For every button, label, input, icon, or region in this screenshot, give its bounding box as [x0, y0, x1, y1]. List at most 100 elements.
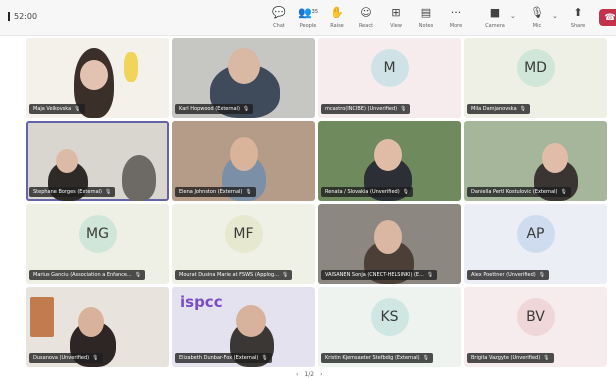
chat-label: Chat: [273, 23, 285, 29]
share-button[interactable]: ⬆ Share: [565, 5, 591, 33]
page-navigation: ‹ 1/2 ›: [296, 371, 322, 378]
notes-button[interactable]: ▤ Notes: [413, 5, 439, 33]
participant-name: Kristin Kjemsaeter Stefbdig (External): [325, 355, 420, 361]
participant-face: [56, 149, 78, 173]
participant-tile[interactable]: ispcc Elizabeth Dunbar-Fox (External) 🎙: [172, 287, 315, 367]
mic-button[interactable]: 🎙 Mic: [524, 5, 550, 33]
participant-name-label: VAISANEN Sonja (CNECT-HELSINKI) (E... 🎙: [321, 270, 438, 280]
mic-off-icon: 🎙: [402, 189, 409, 195]
background-mascot: [124, 52, 138, 82]
participant-video-second-person: [122, 155, 156, 201]
participant-tile[interactable]: Renata / Slovakia (Unverified) 🎙: [318, 121, 461, 201]
participant-name: Stephane Borges (External): [33, 189, 102, 195]
participant-tile[interactable]: Maja Velkovska 🎙: [26, 38, 169, 118]
share-label: Share: [570, 23, 586, 29]
chat-icon: 💬: [272, 5, 286, 19]
avatar: BV: [516, 298, 555, 337]
share-icon: ⬆: [573, 5, 583, 19]
participant-name-label: Marius Ganciu (Association a Enfance... 🎙: [29, 270, 146, 280]
people-label: People: [299, 23, 317, 29]
participant-tile[interactable]: Elena Johnston (External) 🎙: [172, 121, 315, 201]
participant-name: Elena Johnston (External): [179, 189, 243, 195]
previous-page-chevron-icon[interactable]: ‹: [296, 371, 298, 378]
react-button[interactable]: ☺ React: [353, 5, 379, 33]
leave-button[interactable]: ☎: [599, 9, 616, 26]
avatar: MD: [516, 49, 555, 88]
participant-name-label: Dusanova (Unverified) 🎙: [29, 353, 103, 363]
mic-off-icon: 🎙: [105, 189, 112, 195]
mic-off-icon: 🎙: [245, 189, 252, 195]
participant-name-label: Elena Johnston (External) 🎙: [175, 187, 256, 197]
participant-face: [236, 305, 266, 337]
people-glyph: 👥: [297, 5, 312, 19]
participant-name-label: Maja Velkovska 🎙: [29, 104, 85, 114]
participant-name-label: mcastro(INCIBE) (Unverified) 🎙: [321, 104, 411, 114]
view-icon: ⊞: [391, 5, 401, 19]
avatar: MF: [224, 215, 263, 254]
participant-face: [80, 60, 108, 90]
participant-name: Dusanova (Unverified): [33, 355, 90, 361]
people-button[interactable]: 👥 35 People: [295, 5, 321, 33]
participant-tile[interactable]: Dusanova (Unverified) 🎙: [26, 287, 169, 367]
recording-indicator: [8, 12, 10, 21]
participant-name: VAISANEN Sonja (CNECT-HELSINKI) (E...: [325, 272, 424, 278]
participant-name: Daniella Pertl Kostulovic (External): [471, 189, 558, 195]
raise-hand-button[interactable]: ✋ Raise: [324, 5, 350, 33]
participant-tile[interactable]: MG Marius Ganciu (Association a Enfance.…: [26, 204, 169, 284]
raise-label: Raise: [330, 23, 344, 29]
participant-name-label: Alex Poettner (Unverified) 🎙: [467, 270, 550, 280]
page-indicator: 1/2: [304, 371, 315, 378]
participant-name: Alex Poettner (Unverified): [471, 272, 536, 278]
camera-icon: ■: [489, 5, 501, 19]
participant-tile[interactable]: VAISANEN Sonja (CNECT-HELSINKI) (E... 🎙: [318, 204, 461, 284]
ispcc-logo: ispcc: [180, 293, 223, 311]
participant-face: [78, 307, 104, 337]
mic-off-icon: 🎙: [560, 189, 567, 195]
next-page-chevron-icon[interactable]: ›: [320, 371, 322, 378]
participant-name-label: Mourat Dusina Marie at FSWS (Applog... 🎙: [175, 270, 293, 280]
more-button[interactable]: ··· More: [443, 5, 469, 33]
avatar: KS: [370, 298, 409, 337]
meeting-timer: 52:00: [8, 12, 37, 21]
mic-off-icon: 🎙: [92, 355, 99, 361]
participant-name-label: Renata / Slovakia (Unverified) 🎙: [321, 187, 413, 197]
mic-options-chevron-icon[interactable]: ⌄: [552, 12, 558, 20]
participant-tile[interactable]: Stephane Borges (External) 🎙: [26, 121, 169, 201]
participant-name: mcastro(INCIBE) (Unverified): [325, 106, 398, 112]
camera-options-chevron-icon[interactable]: ⌄: [510, 12, 516, 20]
participant-tile[interactable]: KS Kristin Kjemsaeter Stefbdig (External…: [318, 287, 461, 367]
mic-label: Mic: [532, 23, 542, 29]
participant-tile[interactable]: Daniella Pertl Kostulovic (External) 🎙: [464, 121, 607, 201]
participant-name: Maja Velkovska: [33, 106, 72, 112]
participant-tile[interactable]: MF Mourat Dusina Marie at FSWS (Applog..…: [172, 204, 315, 284]
participant-name-label: Kristin Kjemsaeter Stefbdig (External) 🎙: [321, 353, 433, 363]
participant-name-label: Elizabeth Dunbar-Fox (External) 🎙: [175, 353, 272, 363]
view-button[interactable]: ⊞ View: [383, 5, 409, 33]
participant-name: Marius Ganciu (Association a Enfance...: [33, 272, 132, 278]
mic-off-icon: 🎙: [281, 272, 289, 278]
more-label: More: [449, 23, 463, 29]
avatar: MG: [78, 215, 117, 254]
mic-off-icon: 🎙: [538, 272, 546, 278]
people-count: 35: [311, 8, 319, 15]
participant-name-label: Stephane Borges (External) 🎙: [29, 187, 116, 197]
participant-tile[interactable]: M mcastro(INCIBE) (Unverified) 🎙: [318, 38, 461, 118]
avatar: M: [370, 49, 409, 88]
timer-text: 52:00: [14, 12, 38, 21]
chat-button[interactable]: 💬 Chat: [266, 5, 292, 33]
participant-name-label: Mila Damjanovska 🎙: [467, 104, 531, 114]
mic-off-icon: 🎙: [74, 106, 81, 112]
meeting-toolbar: 52:00 💬 Chat 👥 35 People ✋ Raise ☺ React …: [0, 0, 616, 36]
participant-tile[interactable]: MD Mila Damjanovska 🎙: [464, 38, 607, 118]
participant-tile[interactable]: AP Alex Poettner (Unverified) 🎙: [464, 204, 607, 284]
participant-face: [542, 143, 568, 173]
mic-off-icon: 🎙: [242, 106, 250, 112]
notes-label: Notes: [418, 23, 434, 29]
participant-tile[interactable]: BV Brigita Vazgyte (Unverified) 🎙: [464, 287, 607, 367]
participant-tile[interactable]: Karl Hopwood (External) 🎙: [172, 38, 315, 118]
camera-button[interactable]: ■ Camera: [482, 5, 508, 33]
participant-face: [374, 139, 402, 171]
phone-hangup-icon: ☎: [604, 12, 616, 23]
participant-name: Elizabeth Dunbar-Fox (External): [179, 355, 259, 361]
participant-name: Karl Hopwood (External): [179, 106, 240, 112]
